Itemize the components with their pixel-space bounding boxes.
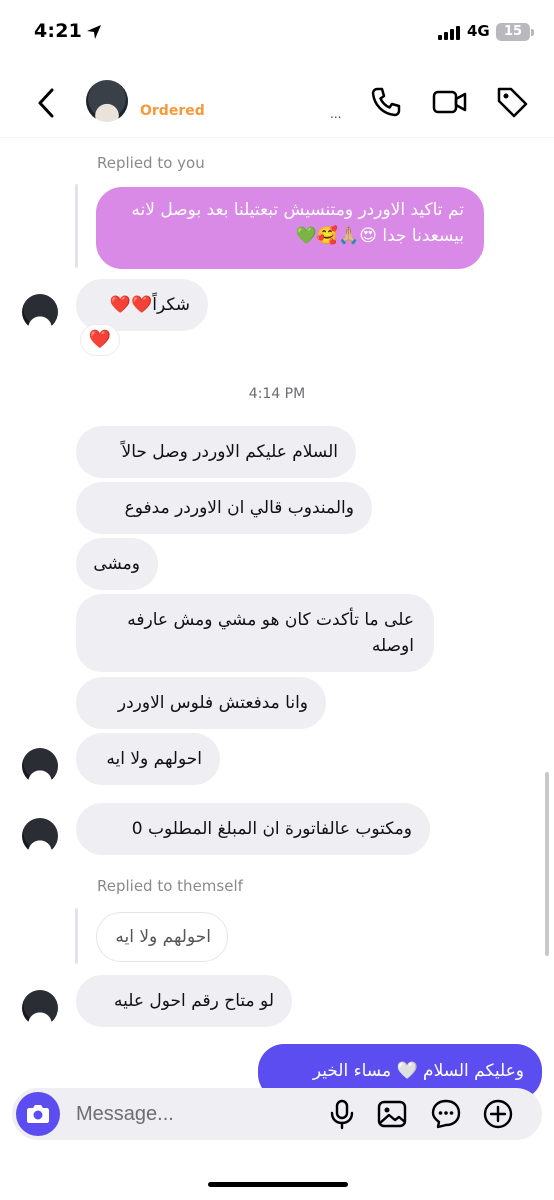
message-text: لو متاح رقم احول عليه (114, 991, 274, 1011)
message-bubble[interactable]: والمندوب قالي ان الاوردر مدفوع (76, 482, 372, 534)
sender-avatar[interactable] (22, 748, 58, 784)
message-text: احولهم ولا ايه (106, 749, 202, 769)
reply-indicator (75, 908, 78, 964)
message-bubble[interactable]: ومكتوب عالفاتورة ان المبلغ المطلوب 0 (76, 803, 430, 855)
contact-name[interactable]: Ordered (140, 103, 205, 119)
sender-avatar[interactable] (22, 294, 58, 330)
message-composer (12, 1088, 542, 1140)
reply-label: Replied to themself (97, 877, 243, 895)
message-timestamp: 4:14 PM (248, 386, 306, 402)
home-indicator (208, 1182, 348, 1187)
contact-avatar[interactable] (86, 80, 128, 122)
message-bubble[interactable]: احولهم ولا ايه (76, 733, 220, 785)
scrollbar[interactable] (545, 772, 549, 956)
battery-cap (531, 29, 534, 36)
tag-icon[interactable] (494, 84, 530, 120)
battery-icon: 15 (496, 23, 530, 41)
sender-avatar[interactable] (22, 990, 58, 1026)
message-text: ومشى (93, 554, 140, 574)
video-icon[interactable] (432, 84, 468, 120)
sender-avatar[interactable] (22, 818, 58, 854)
heart-reaction[interactable]: ❤️ (80, 324, 120, 356)
message-text: وانا مدفعتش فلوس الاوردر (117, 693, 308, 713)
location-arrow-icon (87, 25, 101, 39)
network-type: 4G (467, 22, 490, 40)
message-text: السلام عليكم الاوردر وصل حالاً (121, 442, 338, 462)
message-bubble[interactable]: السلام عليكم الاوردر وصل حالاً (76, 426, 356, 478)
contact-name-suffix: ... (330, 107, 342, 121)
cellular-signal-icon (438, 26, 460, 40)
phone-icon[interactable] (368, 84, 404, 120)
quoted-message[interactable]: احولهم ولا ايه (96, 912, 228, 962)
quoted-message[interactable]: تم تاكيد الاوردر ومتنسيش تبعتيلنا بعد بو… (96, 187, 484, 269)
status-bar: 4:21 4G 15 (0, 0, 554, 70)
reply-label: Replied to you (97, 154, 205, 172)
status-time: 4:21 (34, 20, 83, 42)
quoted-message-text: احولهم ولا ايه (115, 927, 211, 947)
message-text: وعليكم السلام 🤍 مساء الخير (312, 1061, 524, 1081)
message-text: والمندوب قالي ان الاوردر مدفوع (124, 498, 354, 518)
gallery-icon[interactable] (376, 1098, 408, 1130)
plus-icon[interactable] (482, 1098, 514, 1130)
message-input[interactable] (76, 1096, 316, 1132)
message-bubble[interactable]: على ما تأكدت كان هو مشي ومش عارفه اوصله (76, 594, 434, 672)
microphone-icon[interactable] (326, 1098, 358, 1130)
message-text: ومكتوب عالفاتورة ان المبلغ المطلوب 0 (131, 819, 412, 839)
chat-header: Ordered ... (0, 70, 554, 138)
message-bubble[interactable]: لو متاح رقم احول عليه (76, 975, 292, 1027)
message-bubble[interactable]: ومشى (76, 538, 158, 590)
reaction-emoji: ❤️ (88, 329, 112, 350)
reply-indicator (75, 184, 78, 268)
message-text: شكراً❤️❤️ (109, 295, 190, 315)
camera-icon (27, 1105, 49, 1123)
message-bubble[interactable]: وانا مدفعتش فلوس الاوردر (76, 677, 326, 729)
sticker-icon[interactable] (430, 1098, 462, 1130)
camera-button[interactable] (16, 1092, 60, 1136)
back-icon[interactable] (30, 84, 64, 122)
quoted-message-text: تم تاكيد الاوردر ومتنسيش تبعتيلنا بعد بو… (131, 200, 464, 246)
message-text: على ما تأكدت كان هو مشي ومش عارفه اوصله (127, 610, 414, 656)
